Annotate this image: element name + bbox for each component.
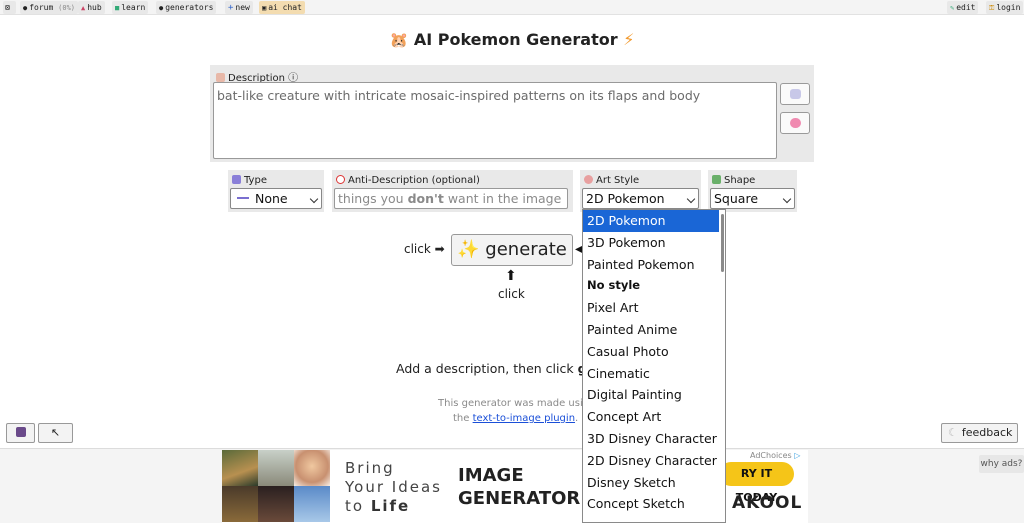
hub-icon: ▲ [81, 4, 86, 12]
forum-icon: ● [23, 4, 28, 12]
shape-card: Shape Square [708, 170, 797, 212]
art-style-option[interactable]: 2D Pokemon [583, 210, 725, 232]
chevron-down-icon [782, 194, 792, 204]
dropdown-scrollbar[interactable] [719, 210, 725, 522]
why-ads-button[interactable]: why ads? [979, 455, 1024, 473]
ad-thumb [294, 450, 330, 486]
key-icon: ⚿ [989, 4, 995, 12]
nav-ai-chat[interactable]: ▣ ai chat [259, 1, 305, 14]
art-style-select[interactable]: 2D Pokemon [582, 188, 699, 209]
ad-image-grid [222, 450, 330, 523]
dice-icon [790, 89, 801, 99]
click-hint-left: click ➡ [404, 242, 445, 256]
instruction-text: Add a description, then click ge [396, 361, 595, 376]
art-style-option[interactable]: No style [583, 275, 725, 297]
nav-hub[interactable]: ▲ hub [78, 1, 105, 14]
image-icon [712, 175, 721, 184]
ad-thumb [258, 486, 294, 522]
edit-icon: ✎ [950, 4, 955, 12]
hamster-icon: 🐹 [389, 31, 409, 49]
description-textarea[interactable]: bat-like creature with intricate mosaic-… [213, 82, 777, 159]
generate-button[interactable]: ✨ generate [451, 234, 573, 266]
chevron-down-icon [686, 194, 696, 204]
scroll-top-button[interactable]: ↖ [38, 423, 73, 443]
ad-thumb [294, 486, 330, 522]
feedback-icon: ☾ [948, 426, 958, 439]
type-label: Type [232, 175, 267, 186]
anti-description-label: Anti-Description (optional) [336, 175, 480, 186]
page-title: 🐹 AI Pokemon Generator ⚡ [389, 30, 635, 49]
dropdown-options: 2D Pokemon 3D Pokemon Painted Pokemon No st… [583, 210, 725, 515]
shape-label: Shape [712, 175, 755, 186]
art-style-option[interactable]: 3D Pokemon [583, 232, 725, 254]
generators-icon: ● [159, 4, 164, 12]
nav-edit[interactable]: ✎ edit [947, 1, 979, 14]
art-style-option[interactable]: Concept Art [583, 406, 725, 428]
art-style-card: Art Style 2D Pokemon [580, 170, 701, 212]
arrow-right-icon: ➡ [434, 242, 445, 256]
art-style-option[interactable]: 2D Disney Character [583, 450, 725, 472]
made-with-text: This generator was made using [438, 398, 596, 409]
description-icon [216, 73, 225, 82]
arrow-up-left-icon: ↖ [50, 426, 61, 439]
nav-forum[interactable]: ● forum (0%) [20, 1, 78, 14]
click-hint-below: click [498, 287, 525, 301]
art-style-option[interactable]: Disney Sketch [583, 472, 725, 494]
brain-icon [790, 118, 801, 128]
chat-icon: ▣ [262, 4, 267, 12]
art-style-option[interactable]: Pixel Art [583, 297, 725, 319]
ad-tagline: Bring Your Ideas to Life [345, 459, 442, 515]
scrollbar-thumb[interactable] [721, 214, 724, 272]
ad-cta-button[interactable]: RY IT TODAY [719, 462, 794, 504]
nav-learn[interactable]: ■ learn [112, 1, 149, 14]
art-style-label: Art Style [584, 175, 639, 186]
ad-brand-logo: AKOOL [732, 493, 803, 513]
anti-description-card: Anti-Description (optional) things you d… [332, 170, 573, 212]
adchoices-badge[interactable]: AdChoices ▷ [750, 451, 800, 460]
menu-icon[interactable]: ⊠ [3, 1, 16, 14]
type-card: Type None [228, 170, 324, 212]
type-icon [232, 175, 241, 184]
arrow-up-icon: ⬆ [505, 268, 517, 284]
learn-icon: ■ [115, 4, 120, 12]
chevron-down-icon [309, 194, 319, 204]
ad-thumb [222, 450, 258, 486]
adchoices-icon: ▷ [794, 451, 801, 460]
palette-icon [584, 175, 593, 184]
dash-icon [237, 197, 249, 199]
art-style-option[interactable]: Painted Anime [583, 319, 725, 341]
art-style-option[interactable]: Digital Painting [583, 384, 725, 406]
sparkles-icon: ✨ [457, 239, 480, 260]
random-description-button[interactable] [780, 83, 810, 105]
plus-icon: + [228, 3, 234, 13]
image-gallery-button[interactable] [6, 423, 35, 443]
feedback-button[interactable]: ☾ feedback [941, 423, 1018, 443]
prohibited-icon [336, 175, 345, 184]
made-with-link-line: the text-to-image plugin. [453, 413, 579, 424]
anti-description-input[interactable]: things you don't want in the image [334, 188, 568, 209]
nav-generators[interactable]: ● generators [156, 1, 217, 14]
art-style-option[interactable]: Painted Pokemon [583, 254, 725, 276]
type-select[interactable]: None [230, 188, 322, 209]
art-style-option[interactable]: Casual Photo [583, 341, 725, 363]
top-nav-bar: ⊠ ● forum (0%) ▲ hub ■ learn ● generators + n… [0, 0, 1024, 15]
art-style-option[interactable]: Concept Sketch [583, 493, 725, 515]
art-style-option[interactable]: Cinematic [583, 363, 725, 385]
art-style-dropdown-list[interactable]: 2D Pokemon 3D Pokemon Painted Pokemon No st… [582, 209, 726, 523]
text-to-image-plugin-link[interactable]: text-to-image plugin [473, 413, 575, 424]
lightning-icon: ⚡ [623, 30, 635, 49]
art-style-option[interactable]: 3D Disney Character [583, 428, 725, 450]
nav-login[interactable]: ⚿ login [986, 1, 1024, 14]
gallery-icon [15, 427, 26, 437]
ad-thumb [258, 450, 294, 486]
brain-button[interactable] [780, 112, 810, 134]
nav-new[interactable]: + new [225, 1, 253, 14]
shape-select[interactable]: Square [710, 188, 795, 209]
ad-headline: IMAGE GENERATOR [458, 465, 581, 509]
ad-thumb [222, 486, 258, 522]
